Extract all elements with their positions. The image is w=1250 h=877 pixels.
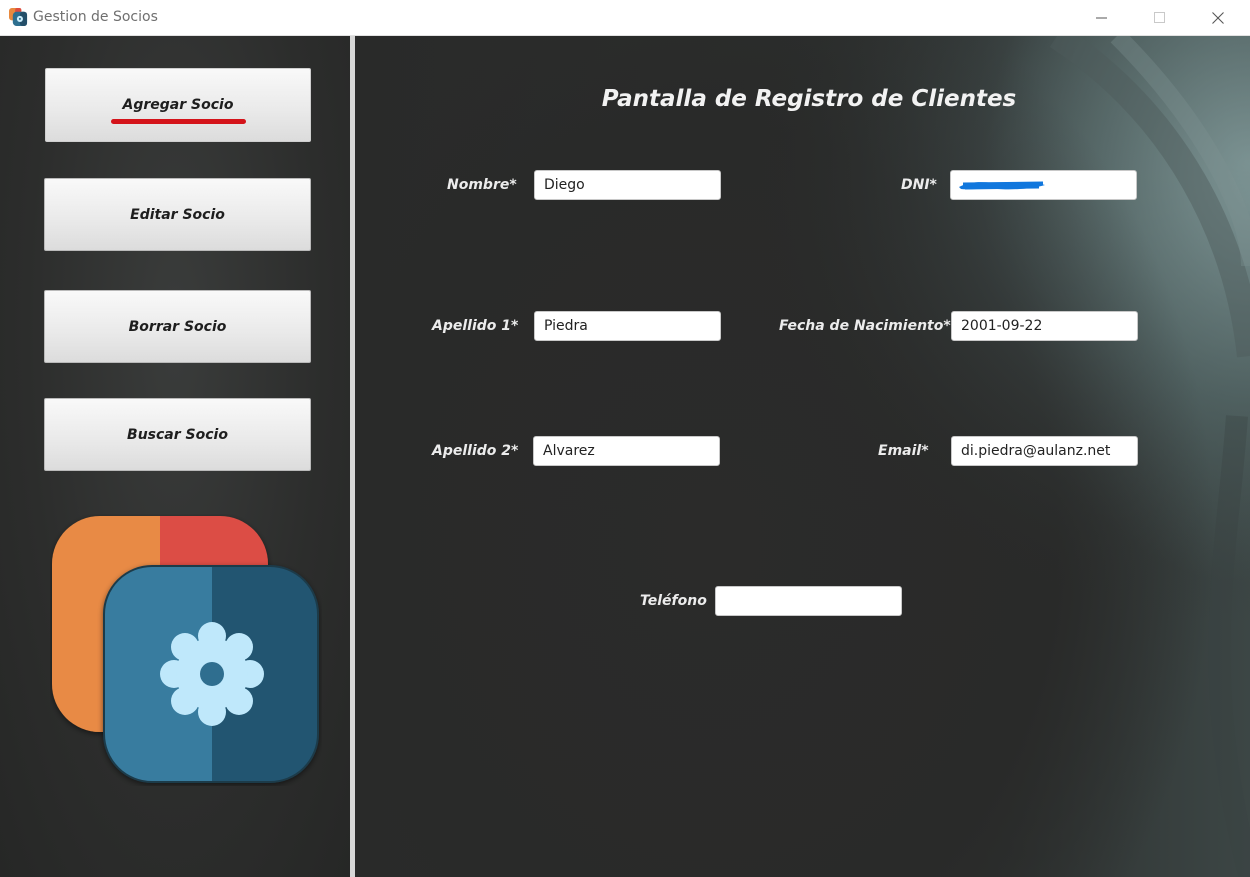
app-icon	[9, 8, 28, 27]
email-label: Email*	[878, 443, 929, 459]
title-bar: Gestion de Socios	[0, 0, 1250, 36]
minimize-icon	[1096, 17, 1107, 19]
close-button[interactable]	[1195, 0, 1241, 36]
apellido1-input[interactable]	[534, 311, 721, 341]
telefono-label: Teléfono	[640, 593, 707, 609]
agregar-socio-label: Agregar Socio	[122, 97, 234, 113]
fecha-nacimiento-input[interactable]	[951, 311, 1138, 341]
editar-socio-label: Editar Socio	[130, 206, 225, 223]
borrar-socio-label: Borrar Socio	[128, 318, 227, 335]
agregar-socio-button[interactable]: Agregar Socio	[45, 68, 311, 142]
buscar-socio-label: Buscar Socio	[127, 426, 228, 443]
borrar-socio-button[interactable]: Borrar Socio	[44, 290, 311, 363]
dni-label: DNI*	[901, 177, 937, 193]
close-icon	[1212, 12, 1224, 24]
apellido1-label: Apellido 1*	[432, 318, 519, 334]
editar-socio-button[interactable]: Editar Socio	[44, 178, 311, 251]
redaction-scribble	[959, 181, 1045, 190]
apellido2-input[interactable]	[533, 436, 720, 466]
maximize-button[interactable]	[1137, 0, 1183, 36]
buscar-socio-button[interactable]: Buscar Socio	[44, 398, 311, 471]
nombre-input[interactable]	[534, 170, 721, 200]
minimize-button[interactable]	[1079, 0, 1125, 36]
page-title: Pantalla de Registro de Clientes	[601, 86, 1017, 112]
email-input[interactable]	[951, 436, 1138, 466]
active-indicator	[111, 119, 246, 124]
window-title: Gestion de Socios	[33, 9, 158, 25]
nombre-label: Nombre*	[447, 177, 517, 193]
gear-app-logo-icon	[52, 516, 319, 783]
app-window: Gestion de Socios Agregar Socio Editar S…	[0, 0, 1250, 877]
maximize-icon	[1154, 12, 1165, 23]
fecha-nacimiento-label: Fecha de Nacimiento*	[779, 318, 951, 334]
panel-divider[interactable]	[350, 36, 355, 877]
apellido2-label: Apellido 2*	[432, 443, 519, 459]
telefono-input[interactable]	[715, 586, 902, 616]
